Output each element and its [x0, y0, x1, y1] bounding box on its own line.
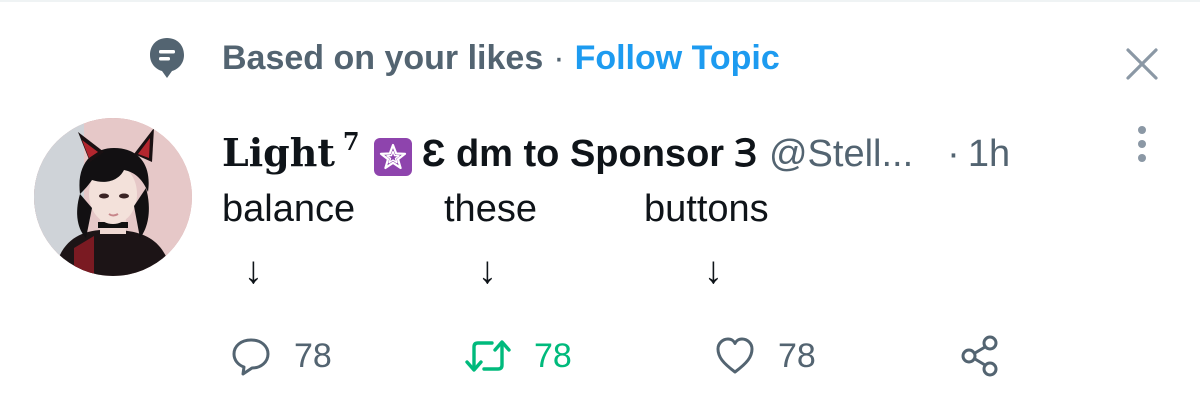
top-divider	[0, 0, 1200, 2]
retweet-button[interactable]: 78	[464, 334, 572, 378]
reply-icon	[232, 338, 270, 376]
down-arrow: ↓	[244, 250, 263, 292]
retweet-icon	[465, 340, 511, 372]
down-arrow: ↓	[704, 250, 723, 292]
reply-button[interactable]: 78	[230, 334, 332, 378]
retweet-count: 78	[534, 336, 572, 375]
topic-separator: ·	[553, 38, 565, 77]
heart-icon	[716, 337, 754, 374]
purple-star-emoji-icon	[373, 138, 412, 176]
tweet-word: balance	[222, 188, 356, 230]
like-count: 78	[778, 336, 816, 375]
topic-context-text: Based on your likes	[222, 38, 544, 77]
tweet-word: buttons	[644, 188, 769, 230]
author-name-superscript: 7	[342, 127, 360, 156]
avatar-image	[34, 118, 192, 276]
share-icon	[961, 335, 998, 377]
close-icon	[1126, 48, 1158, 80]
author-display-name[interactable]: Light	[222, 130, 335, 175]
dismiss-button[interactable]	[1122, 44, 1162, 84]
tweet-word: these	[444, 188, 537, 230]
header-separator: ·	[947, 133, 960, 175]
avatar[interactable]	[34, 118, 192, 276]
tweet-timestamp[interactable]: 1h	[968, 133, 1010, 176]
more-vertical-icon	[1138, 126, 1146, 162]
topic-bubble-icon	[148, 36, 186, 80]
reply-count: 78	[294, 336, 332, 375]
author-name-suffix[interactable]: Ɛ dm to Sponsor Ɜ	[422, 126, 757, 178]
more-options-button[interactable]	[1130, 124, 1154, 168]
down-arrow: ↓	[478, 250, 497, 292]
topic-context-row: Based on your likes · Follow Topic	[148, 34, 780, 82]
tweet-header: Light 7 Ɛ dm to Sponsor Ɜ @Stell... · 1h	[222, 126, 1010, 178]
follow-topic-link[interactable]: Follow Topic	[575, 39, 780, 78]
share-button[interactable]	[958, 334, 1002, 378]
author-handle[interactable]: @Stell...	[769, 133, 913, 176]
like-button[interactable]: 78	[714, 334, 816, 378]
